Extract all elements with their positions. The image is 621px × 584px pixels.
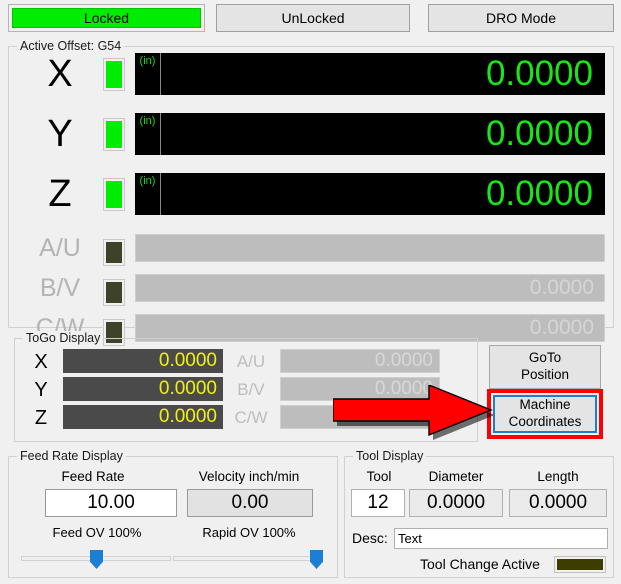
dro-value-z: 0.0000 [485, 174, 593, 213]
tool-number-input[interactable]: 12 [351, 489, 405, 517]
axis-led-x [103, 58, 125, 91]
feed-rate-label: Feed Rate [61, 469, 125, 484]
axis-led-z [103, 178, 125, 211]
dro-units-x: (in) [135, 53, 161, 95]
dro-value-bv: 0.0000 [529, 276, 594, 299]
feed-rate-display-group: Feed Rate Display Feed Rate 10.00 Veloci… [8, 449, 338, 578]
axis-row-bv: B/V 0.0000 [9, 269, 615, 307]
togo-row-y: Y 0.0000 B/V 0.0000 [15, 377, 467, 403]
tool-diameter-value: 0.0000 [409, 489, 503, 517]
axis-label-z: Z [48, 172, 72, 215]
feed-rate-input[interactable]: 10.00 [45, 489, 177, 517]
velocity-label: Velocity inch/min [198, 469, 300, 484]
feed-rate-display-legend: Feed Rate Display [17, 449, 126, 463]
togo-label-z: Z [34, 406, 48, 429]
dro-readout-x[interactable]: (in) 0.0000 [135, 53, 605, 95]
togo-value-au: 0.0000 [280, 349, 440, 373]
active-offset-group: Active Offset: G54 X (in) 0.0000 Y (in) … [8, 39, 615, 346]
dro-value-y: 0.0000 [485, 114, 593, 153]
dro-value-x: 0.0000 [485, 54, 593, 93]
tool-desc-input[interactable]: Text [394, 528, 608, 549]
dro-readout-z[interactable]: (in) 0.0000 [135, 173, 605, 215]
togo-display-legend: ToGo Display [23, 331, 104, 345]
togo-label-cw: C/W [234, 408, 268, 427]
togo-display-group: ToGo Display X 0.0000 A/U 0.0000 Y 0.000… [14, 331, 478, 442]
axis-led-bv [103, 279, 125, 306]
dro-window: Locked UnLocked DRO Mode Active Offset: … [0, 0, 621, 584]
dro-value-cw: 0.0000 [529, 316, 594, 339]
locked-button[interactable]: Locked [8, 4, 205, 32]
axis-row-au: A/U [9, 229, 615, 267]
dro-readout-y[interactable]: (in) 0.0000 [135, 113, 605, 155]
dro-units-y: (in) [135, 113, 161, 155]
feed-override-thumb[interactable] [90, 550, 103, 569]
tool-diameter-label: Diameter [428, 469, 484, 484]
goto-position-button[interactable]: GoTo Position [489, 345, 601, 389]
machine-coordinates-line2: Coordinates [508, 414, 582, 429]
axis-label-x: X [47, 52, 73, 95]
togo-value-bv: 0.0000 [280, 377, 440, 401]
togo-row-x: X 0.0000 A/U 0.0000 [15, 349, 467, 375]
rapid-override-track [173, 556, 323, 561]
velocity-value: 0.00 [187, 489, 313, 517]
dro-units-z: (in) [135, 173, 161, 215]
rapid-override-label: Rapid OV 100% [202, 525, 296, 540]
togo-label-x: X [34, 350, 48, 373]
axis-row-z: Z (in) 0.0000 [9, 171, 615, 217]
tool-change-active-led [554, 556, 606, 573]
rapid-override-slider[interactable] [173, 549, 323, 569]
mode-toolbar: Locked UnLocked DRO Mode [0, 0, 621, 36]
tool-display-legend: Tool Display [353, 449, 427, 463]
rapid-override-thumb[interactable] [310, 550, 323, 569]
tool-desc-label: Desc: [352, 530, 388, 546]
machine-coordinates-button[interactable]: Machine Coordinates [493, 395, 597, 433]
goto-position-line2: Position [520, 367, 570, 382]
togo-value-x: 0.0000 [63, 349, 223, 373]
togo-label-au: A/U [236, 352, 266, 371]
togo-label-y: Y [34, 378, 48, 401]
feed-override-slider[interactable] [21, 549, 171, 569]
axis-row-y: Y (in) 0.0000 [9, 111, 615, 157]
axis-label-bv: B/V [39, 273, 81, 302]
togo-value-z: 0.0000 [63, 405, 223, 429]
feed-override-label: Feed OV 100% [52, 525, 142, 540]
tool-length-label: Length [537, 469, 579, 484]
tool-number-label: Tool [366, 469, 392, 484]
axis-label-au: A/U [39, 233, 81, 262]
machine-coordinates-line1: Machine [519, 397, 571, 413]
togo-value-y: 0.0000 [63, 377, 223, 401]
dro-mode-button[interactable]: DRO Mode [428, 4, 614, 32]
unlocked-button[interactable]: UnLocked [216, 4, 410, 32]
axis-row-x: X (in) 0.0000 [9, 51, 615, 97]
goto-position-line1: GoTo [528, 350, 562, 366]
axis-led-au [103, 239, 125, 266]
togo-label-bv: B/V [237, 380, 265, 399]
tool-length-value: 0.0000 [509, 489, 607, 517]
dro-readout-au [135, 234, 605, 262]
axis-led-y [103, 118, 125, 151]
tool-change-active-label: Tool Change Active [420, 556, 540, 572]
locked-button-label: Locked [12, 8, 201, 28]
axis-label-y: Y [47, 112, 73, 155]
togo-row-z: Z 0.0000 C/W [15, 405, 467, 431]
togo-value-cw [280, 405, 440, 429]
dro-readout-bv: 0.0000 [135, 274, 605, 302]
